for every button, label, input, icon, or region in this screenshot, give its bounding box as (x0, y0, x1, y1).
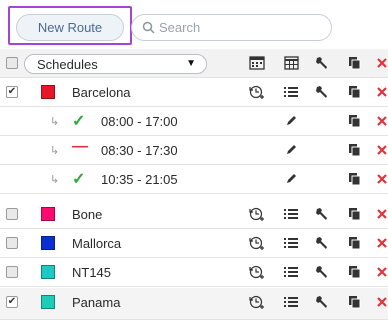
dash-icon: — (72, 138, 88, 155)
list-icon[interactable] (283, 206, 299, 222)
route-row-mallorca[interactable]: Mallorca (0, 229, 388, 258)
history-add-icon[interactable] (249, 264, 265, 280)
list-icon[interactable] (283, 235, 299, 251)
history-add-icon[interactable] (249, 294, 265, 310)
schedules-dropdown[interactable]: Schedules ▼ (24, 54, 207, 74)
route-name: Barcelona (72, 85, 131, 100)
list-icon[interactable] (283, 294, 299, 310)
route-checkbox[interactable]: ✔ (6, 296, 18, 308)
route-color-swatch[interactable] (41, 265, 55, 279)
copy-icon[interactable] (346, 264, 362, 280)
sub-item-arrow-icon: ↳ (50, 174, 60, 186)
wrench-icon[interactable] (314, 235, 330, 251)
route-row-nt145[interactable]: NT145 (0, 258, 388, 287)
delete-icon[interactable] (374, 84, 388, 100)
route-color-swatch[interactable] (41, 207, 55, 221)
wrench-icon[interactable] (314, 84, 330, 100)
list-icon[interactable] (283, 264, 299, 280)
delete-icon[interactable] (374, 206, 388, 222)
wrench-icon[interactable] (314, 264, 330, 280)
route-checkbox[interactable] (6, 237, 18, 249)
table-header: Schedules ▼ (0, 49, 388, 78)
route-color-swatch[interactable] (41, 85, 55, 99)
schedule-time: 08:30 - 17:30 (101, 143, 178, 158)
route-checkbox[interactable]: ✔ (6, 86, 18, 98)
chevron-down-icon: ▼ (186, 58, 196, 69)
route-row-panama[interactable]: ✔ Panama (0, 288, 388, 320)
route-row-barcelona[interactable]: ✔ Barcelona (0, 78, 388, 107)
history-add-icon[interactable] (249, 84, 265, 100)
sub-item-arrow-icon: ↳ (50, 116, 60, 128)
search-box[interactable] (131, 14, 332, 41)
schedule-time: 08:00 - 17:00 (101, 114, 178, 129)
copy-icon[interactable] (346, 235, 362, 251)
copy-icon[interactable] (346, 84, 362, 100)
schedule-row[interactable]: ↳ ✓ 08:00 - 17:00 (0, 107, 388, 136)
route-checkbox[interactable] (6, 208, 18, 220)
pencil-icon[interactable] (283, 171, 299, 187)
wrench-icon[interactable] (314, 294, 330, 310)
history-add-icon[interactable] (249, 206, 265, 222)
new-route-button[interactable]: New Route (16, 14, 124, 41)
route-name: Panama (72, 295, 121, 310)
route-name: Mallorca (72, 236, 122, 251)
delete-icon[interactable] (374, 235, 388, 251)
delete-icon[interactable] (374, 142, 388, 158)
route-name: NT145 (72, 265, 112, 280)
check-icon: ✓ (72, 113, 86, 130)
route-name: Bone (72, 207, 103, 222)
sub-item-arrow-icon: ↳ (50, 145, 60, 157)
schedule-row[interactable]: ↳ ✓ 10:35 - 21:05 (0, 165, 388, 194)
copy-icon[interactable] (346, 142, 362, 158)
delete-icon[interactable] (374, 171, 388, 187)
delete-icon[interactable] (374, 294, 388, 310)
route-checkbox[interactable] (6, 266, 18, 278)
list-icon[interactable] (283, 84, 299, 100)
schedule-row[interactable]: ↳ — 08:30 - 17:30 (0, 136, 388, 165)
pencil-icon[interactable] (283, 142, 299, 158)
copy-icon[interactable] (346, 294, 362, 310)
wrench-icon[interactable] (314, 206, 330, 222)
route-color-swatch[interactable] (41, 236, 55, 250)
toolbar: New Route (0, 0, 388, 48)
delete-icon[interactable] (374, 264, 388, 280)
delete-icon[interactable] (374, 113, 388, 129)
copy-icon[interactable] (346, 171, 362, 187)
copy-icon[interactable] (346, 206, 362, 222)
pencil-icon[interactable] (283, 113, 299, 129)
history-add-icon[interactable] (249, 235, 265, 251)
wrench-icon[interactable] (314, 55, 330, 71)
delete-icon[interactable] (374, 55, 388, 71)
search-input[interactable] (155, 20, 319, 35)
search-icon (142, 21, 155, 34)
check-icon: ✓ (72, 171, 86, 188)
grid-icon[interactable] (283, 55, 299, 71)
route-color-swatch[interactable] (41, 295, 55, 309)
select-all-checkbox[interactable] (6, 57, 18, 69)
dropdown-selected: Schedules (37, 57, 98, 72)
schedule-time: 10:35 - 21:05 (101, 172, 178, 187)
calendar-icon[interactable] (249, 55, 265, 71)
copy-icon[interactable] (346, 113, 362, 129)
copy-icon[interactable] (346, 55, 362, 71)
route-row-bone[interactable]: Bone (0, 200, 388, 229)
